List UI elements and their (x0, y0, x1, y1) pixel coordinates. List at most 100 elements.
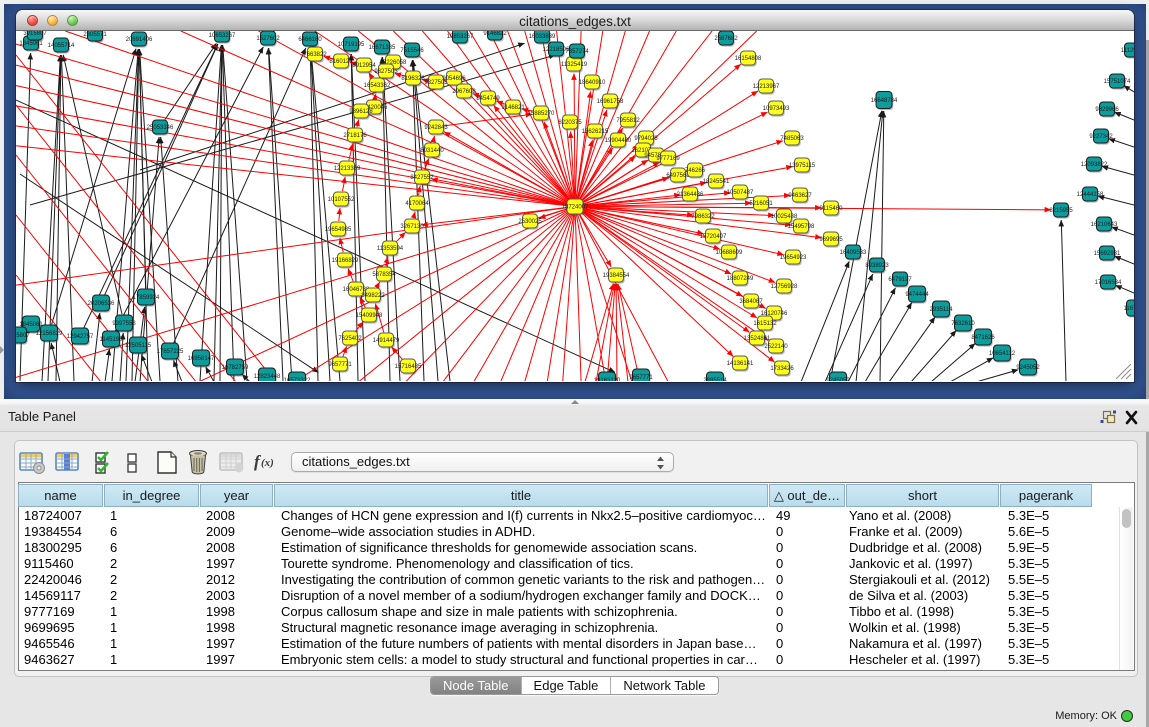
svg-text:10654112: 10654112 (989, 351, 1016, 357)
svg-text:5878354: 5878354 (372, 272, 396, 278)
svg-text:7515546: 7515546 (400, 48, 424, 54)
svg-text:8471626: 8471626 (971, 335, 995, 341)
svg-text:14055714: 14055714 (48, 43, 75, 49)
svg-text:15716485: 15716485 (395, 364, 422, 370)
svg-text:18724007: 18724007 (562, 205, 589, 211)
svg-text:10025438: 10025438 (771, 214, 798, 220)
svg-text:15692931: 15692931 (1094, 251, 1121, 257)
svg-text:17016534: 17016534 (1095, 280, 1122, 286)
svg-text:7986322: 7986322 (691, 214, 715, 220)
svg-text:16958147: 16958147 (188, 356, 215, 362)
svg-text:(x): (x) (261, 457, 274, 469)
svg-text:10973493: 10973493 (763, 106, 790, 112)
svg-text:12444158: 12444158 (1077, 192, 1104, 198)
svg-text:3498222: 3498222 (361, 293, 385, 299)
svg-text:12505115: 12505115 (125, 343, 152, 349)
svg-text:15409948: 15409948 (356, 313, 383, 319)
svg-text:7485063: 7485063 (780, 136, 804, 142)
svg-text:15885270: 15885270 (528, 111, 555, 117)
svg-text:10853267: 10853267 (447, 34, 474, 40)
svg-text:10719195: 10719195 (338, 42, 365, 48)
svg-text:16671385: 16671385 (369, 45, 396, 51)
svg-text:1145190: 1145190 (100, 337, 124, 343)
svg-text:10107552: 10107552 (328, 197, 355, 203)
svg-text:9242843: 9242843 (424, 125, 448, 131)
svg-text:12093822: 12093822 (1081, 162, 1108, 168)
svg-text:8196328: 8196328 (401, 76, 425, 82)
svg-text:20206536: 20206536 (88, 301, 115, 307)
svg-text:9474444: 9474444 (905, 292, 929, 298)
svg-text:12156829: 12156829 (36, 331, 63, 337)
svg-text:1112541: 1112541 (1121, 48, 1134, 54)
svg-text:15751074: 15751074 (1104, 79, 1131, 85)
svg-text:13975115: 13975115 (789, 163, 816, 169)
svg-text:12213369: 12213369 (334, 166, 361, 172)
svg-text:12213967: 12213967 (753, 84, 780, 90)
svg-text:19654923: 19654923 (780, 255, 807, 261)
svg-text:9146822: 9146822 (483, 31, 507, 37)
svg-text:9896128: 9896128 (349, 109, 373, 115)
svg-text:18640910: 18640910 (579, 80, 606, 86)
svg-text:1733426: 1733426 (770, 366, 794, 372)
svg-text:9054696: 9054696 (442, 76, 466, 82)
svg-text:2305571: 2305571 (83, 32, 107, 38)
svg-text:19163120: 19163120 (594, 378, 621, 381)
svg-text:21364436: 21364436 (677, 192, 704, 198)
svg-text:16409533: 16409533 (840, 250, 867, 256)
svg-text:4170064: 4170064 (405, 201, 429, 207)
svg-text:10688609: 10688609 (716, 250, 743, 256)
svg-text:3267130: 3267130 (400, 224, 424, 230)
svg-text:19654985: 19654985 (325, 227, 352, 233)
svg-text:9794028: 9794028 (634, 136, 658, 142)
svg-text:2522140: 2522140 (764, 344, 788, 350)
svg-text:19384554: 19384554 (603, 273, 630, 279)
svg-text:2967608: 2967608 (452, 89, 476, 95)
svg-text:16210643: 16210643 (1091, 222, 1118, 228)
svg-text:9657771: 9657771 (328, 362, 352, 368)
svg-text:12756928: 12756928 (771, 284, 798, 290)
svg-text:2718176: 2718176 (343, 133, 367, 139)
svg-text:18807249: 18807249 (727, 276, 754, 282)
svg-text:7955812: 7955812 (616, 118, 640, 124)
svg-text:16961758: 16961758 (597, 99, 624, 105)
svg-text:12823448: 12823448 (254, 374, 281, 380)
svg-text:1615132: 1615132 (753, 321, 777, 327)
svg-text:2530025: 2530025 (518, 219, 542, 225)
svg-text:11325419: 11325419 (561, 62, 588, 68)
svg-text:16033839: 16033839 (529, 34, 556, 40)
svg-text:16154808: 16154808 (735, 56, 762, 62)
svg-text:6466160: 6466160 (298, 37, 322, 43)
svg-text:10653267: 10653267 (209, 33, 236, 39)
svg-text:6479197: 6479197 (888, 277, 912, 283)
svg-text:8215955: 8215955 (1049, 208, 1073, 214)
svg-text:14136141: 14136141 (727, 361, 754, 367)
svg-text:15495798: 15495798 (788, 224, 815, 230)
svg-text:19166829: 19166829 (332, 258, 359, 264)
svg-text:8160124: 8160124 (329, 59, 353, 65)
svg-text:8220375: 8220375 (558, 120, 582, 126)
svg-text:16648784: 16648784 (871, 98, 898, 104)
svg-text:9115460: 9115460 (820, 206, 844, 212)
svg-text:11353594: 11353594 (377, 246, 404, 252)
svg-text:13626215: 13626215 (582, 129, 609, 135)
svg-text:2687682: 2687682 (714, 36, 738, 42)
svg-text:7632610: 7632610 (951, 321, 975, 327)
svg-text:16573322: 16573322 (284, 378, 311, 381)
svg-text:16782759: 16782759 (222, 365, 249, 371)
svg-text:8454749: 8454749 (476, 96, 500, 102)
svg-text:19904480: 19904480 (605, 138, 632, 144)
svg-text:8938923: 8938923 (865, 263, 889, 269)
svg-text:3915807: 3915807 (23, 31, 47, 37)
svg-text:2935114: 2935114 (930, 307, 954, 313)
svg-text:20691406: 20691406 (126, 37, 153, 43)
svg-text:746266: 746266 (685, 168, 706, 174)
svg-text:7625402: 7625402 (338, 336, 362, 342)
svg-text:10507487: 10507487 (727, 190, 754, 196)
svg-text:9657771: 9657771 (629, 375, 653, 381)
svg-text:1845061: 1845061 (19, 41, 43, 47)
svg-text:9699695: 9699695 (819, 237, 843, 243)
svg-text:1167532: 1167532 (1124, 306, 1134, 312)
svg-text:12218506: 12218506 (543, 47, 570, 53)
svg-text:2885514: 2885514 (703, 378, 727, 381)
svg-text:12942757: 12942757 (67, 334, 94, 340)
